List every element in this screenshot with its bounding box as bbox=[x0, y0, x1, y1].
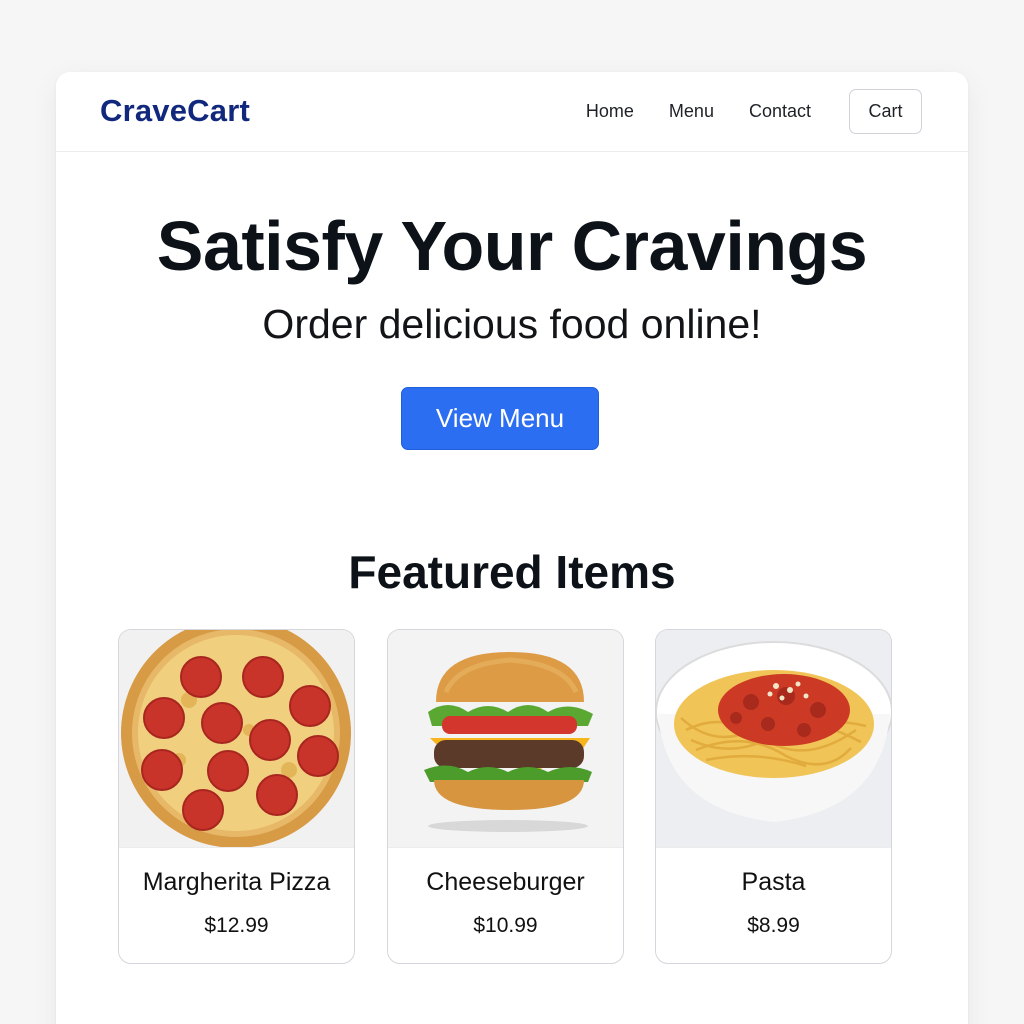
brand-logo[interactable]: CraveCart bbox=[100, 93, 250, 129]
nav-links: Home Menu Contact Cart bbox=[586, 89, 922, 134]
product-name: Cheeseburger bbox=[426, 868, 585, 896]
pasta-image bbox=[656, 630, 891, 848]
navbar: CraveCart Home Menu Contact Cart bbox=[56, 72, 968, 152]
hero-subtitle: Order delicious food online! bbox=[262, 301, 762, 347]
view-menu-button[interactable]: View Menu bbox=[401, 387, 599, 450]
nav-link-home[interactable]: Home bbox=[586, 89, 634, 134]
pizza-image bbox=[119, 630, 354, 848]
product-card-cheeseburger[interactable]: Cheeseburger $10.99 bbox=[387, 629, 624, 964]
product-price: $8.99 bbox=[747, 914, 800, 937]
product-card-pasta[interactable]: Pasta $8.99 bbox=[655, 629, 892, 964]
featured-heading: Featured Items bbox=[348, 546, 676, 598]
nav-link-contact[interactable]: Contact bbox=[749, 89, 811, 134]
product-price: $10.99 bbox=[473, 914, 538, 937]
app-window: CraveCart Home Menu Contact Cart Satisfy… bbox=[56, 72, 968, 1024]
hero-title: Satisfy Your Cravings bbox=[156, 207, 868, 285]
product-price: $12.99 bbox=[204, 914, 269, 937]
product-name: Pasta bbox=[741, 868, 806, 896]
product-card-pizza[interactable]: Margherita Pizza $12.99 bbox=[118, 629, 355, 964]
product-name: Margherita Pizza bbox=[142, 868, 331, 896]
nav-link-menu[interactable]: Menu bbox=[669, 89, 714, 134]
cheeseburger-image bbox=[388, 630, 623, 848]
cart-button[interactable]: Cart bbox=[849, 89, 922, 134]
